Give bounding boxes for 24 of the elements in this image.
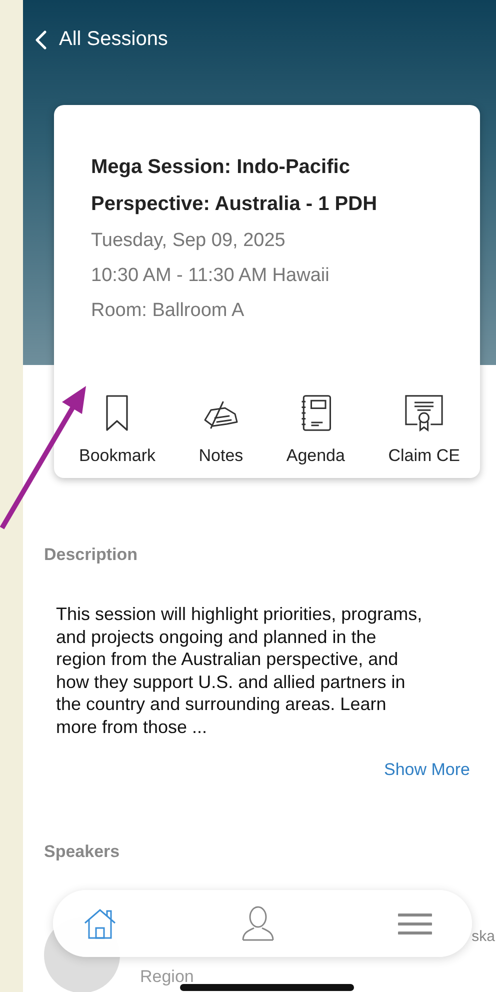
notes-action-button[interactable]: Notes bbox=[198, 394, 244, 466]
bookmark-icon bbox=[105, 394, 130, 432]
home-icon bbox=[83, 908, 117, 940]
profile-tab[interactable] bbox=[240, 906, 274, 942]
home-tab[interactable] bbox=[83, 908, 117, 940]
menu-tab[interactable] bbox=[398, 912, 432, 936]
chevron-left-icon bbox=[35, 30, 47, 50]
session-room: Room: Ballroom A bbox=[91, 299, 246, 323]
menu-icon bbox=[398, 912, 432, 936]
certificate-action-button[interactable]: Claim CE bbox=[388, 394, 460, 466]
session-title: Mega Session: Indo-Pacific Perspective: Australia - 1 PDH bbox=[91, 155, 378, 217]
speaker-role: ska bbox=[472, 928, 496, 945]
bookmark-action-button[interactable]: Bookmark bbox=[79, 394, 156, 466]
show-more-link[interactable]: Show More bbox=[384, 760, 470, 780]
agenda-action-button[interactable]: Agenda bbox=[286, 394, 345, 466]
section-heading: Description bbox=[44, 545, 139, 565]
speaker-role: Region bbox=[140, 967, 195, 987]
back-button[interactable]: All Sessions bbox=[35, 28, 168, 51]
certificate-icon bbox=[403, 394, 446, 432]
session-date: Tuesday, Sep 09, 2025 bbox=[91, 229, 286, 253]
description-text: This session will highlight priorities, programs, and projects ongoing and planned in the region from the Australian perspective, and how they support U.S. and allied partners in the country and surrounding areas. Learn more from those ... bbox=[56, 603, 424, 738]
section-heading: Speakers bbox=[44, 842, 121, 862]
session-time: 10:30 AM - 11:30 AM Hawaii bbox=[91, 264, 330, 288]
person-icon bbox=[240, 906, 274, 942]
